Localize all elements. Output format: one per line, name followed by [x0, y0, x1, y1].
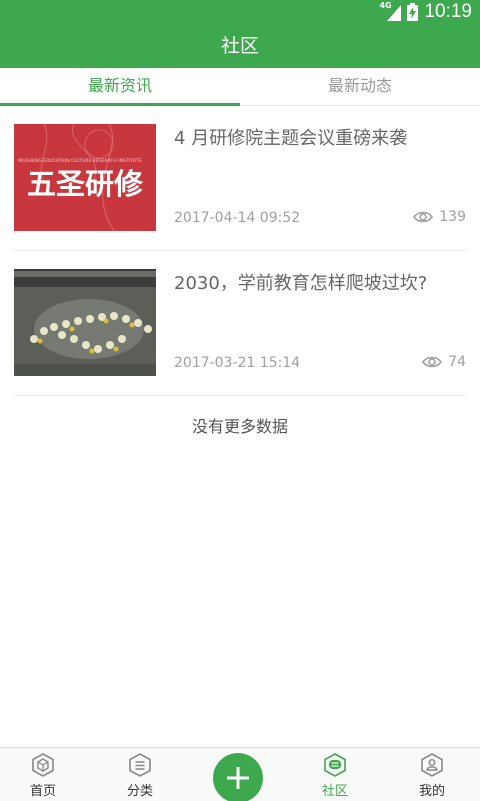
tab-latest-news[interactable]: 最新资讯	[0, 68, 240, 106]
no-more-data-text: 没有更多数据	[191, 417, 288, 436]
nav-community[interactable]: 社区	[305, 752, 365, 799]
eye-icon	[413, 211, 434, 223]
view-count: 74	[448, 354, 466, 370]
category-icon	[129, 753, 151, 777]
add-button[interactable]	[213, 753, 263, 801]
add-icon	[227, 767, 249, 789]
battery-icon	[407, 3, 419, 21]
status-bar: 4G 10:19	[0, 0, 480, 24]
view-count: 139	[439, 209, 466, 225]
page-title: 社区	[0, 24, 480, 68]
article-views: 139	[413, 209, 466, 225]
tab-latest-activity[interactable]: 最新动态	[240, 68, 480, 105]
article-title[interactable]: 4 月研修院主题会议重磅来袭	[174, 126, 466, 152]
list-item[interactable]: WUSHENG EDUCATION CULTURE RESEARCH INSTI…	[14, 106, 466, 251]
article-views: 74	[422, 354, 466, 370]
eye-icon	[422, 356, 443, 368]
article-date: 2017-03-21 15:14	[174, 355, 301, 371]
thumbnail-text: 五圣研修	[27, 167, 144, 201]
nav-category-label: 分类	[126, 784, 153, 799]
nav-home[interactable]: 首页	[13, 752, 73, 799]
nav-profile[interactable]: 我的	[402, 752, 462, 799]
bottom-nav: 首页 分类 社区 我的	[0, 747, 480, 801]
nav-community-label: 社区	[321, 784, 348, 799]
nav-profile-label: 我的	[418, 784, 445, 799]
nav-category[interactable]: 分类	[110, 752, 170, 799]
home-icon	[32, 753, 54, 777]
article-date: 2017-04-14 09:52	[174, 210, 301, 226]
community-icon	[324, 753, 346, 777]
nav-home-label: 首页	[29, 784, 56, 799]
profile-icon	[421, 753, 443, 777]
tab-bar: 最新资讯 最新动态	[0, 68, 480, 106]
article-thumbnail: WUSHENG EDUCATION CULTURE RESEARCH INSTI…	[14, 124, 156, 231]
article-title[interactable]: 2030，学前教育怎样爬坡过坎?	[174, 271, 466, 297]
article-list: WUSHENG EDUCATION CULTURE RESEARCH INSTI…	[0, 106, 480, 396]
clock: 10:19	[424, 1, 472, 22]
signal-icon: 4G	[379, 1, 402, 21]
list-item[interactable]: 2030，学前教育怎样爬坡过坎? 2017-03-21 15:14 74	[14, 251, 466, 396]
thumbnail-subtext: WUSHENG EDUCATION CULTURE RESEARCH INSTI…	[18, 158, 142, 164]
article-thumbnail	[14, 269, 156, 376]
